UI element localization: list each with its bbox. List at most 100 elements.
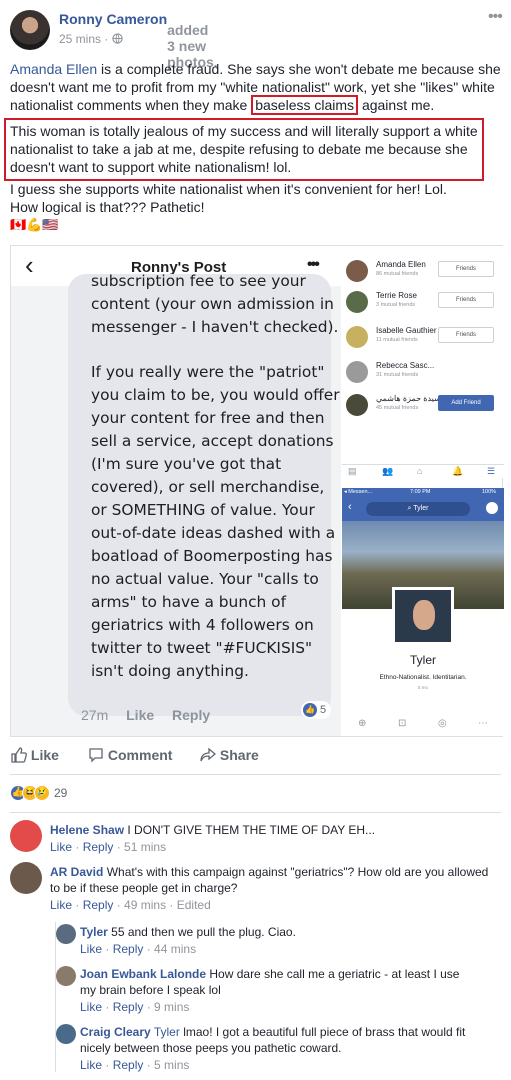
share-icon (200, 747, 217, 762)
post-paragraph-2: This woman is totally jealous of my succ… (10, 123, 478, 175)
avatar[interactable] (10, 820, 42, 852)
screenshot-messenger-post[interactable]: ‹ Ronny's Post ••• subscription fee to s… (11, 246, 341, 736)
comment-text: Tyler 55 and then we pull the plug. Ciao… (80, 925, 296, 939)
avatar (346, 394, 368, 416)
edited-label: Edited (176, 898, 211, 912)
like-button[interactable]: Like (11, 747, 59, 763)
message-icon: ◎ (438, 718, 447, 729)
search-field: ⌕ Tyler (366, 502, 470, 516)
comment-time[interactable]: 49 mins (124, 898, 166, 912)
post-paragraph-4: How logical is that??? Pathetic! (10, 199, 205, 215)
avatar (346, 291, 368, 313)
profile-sub: 5 mo (417, 685, 428, 690)
avatar[interactable] (56, 966, 76, 986)
mention-link[interactable]: Tyler (154, 1025, 180, 1039)
back-arrow-icon: ‹ (348, 501, 352, 513)
news-feed-icon: ▤ (348, 466, 357, 476)
friends-button: Friends (438, 292, 494, 308)
comment-like-link[interactable]: Like (50, 898, 72, 912)
photo-collage[interactable]: ‹ Ronny's Post ••• subscription fee to s… (10, 245, 504, 737)
comment-author[interactable]: Tyler (80, 925, 108, 939)
comment-author[interactable]: Craig Cleary (80, 1025, 151, 1039)
profile-picture (392, 587, 454, 645)
comment-reply-link[interactable]: Reply (83, 840, 114, 854)
post-meta: 25 mins · (59, 32, 123, 46)
comment-author[interactable]: Helene Shaw (50, 823, 124, 837)
add-friend-icon: ⊕ (358, 718, 367, 729)
comment-meta: Like · Reply · 5 mins (80, 1058, 190, 1072)
comment-footer: 27m Like Reply (81, 707, 210, 723)
sad-reaction-icon: 😢 (34, 785, 50, 801)
avatar (346, 361, 368, 383)
back-arrow-icon: ‹ (25, 250, 34, 280)
avatar[interactable] (56, 1024, 76, 1044)
comment-like-link[interactable]: Like (80, 942, 102, 956)
post-paragraph-1: Amanda Ellen is a complete fraud. She sa… (10, 61, 501, 115)
friend-row: سيدة حمزة هاشمي 45 mutual friends Add Fr… (342, 392, 504, 422)
comment-button[interactable]: Comment (88, 747, 172, 763)
comment-meta: Like · Reply · 51 mins (50, 840, 167, 854)
comment-reply-link[interactable]: Reply (113, 1000, 144, 1014)
comment-time[interactable]: 51 mins (124, 840, 166, 854)
comment-reply-link[interactable]: Reply (113, 1058, 144, 1072)
comment-message: subscription fee to see your content (yo… (91, 270, 341, 705)
reply-label: Reply (172, 707, 211, 723)
reaction-count: 29 (54, 786, 68, 800)
comment-text: AR David What's with this campaign again… (50, 865, 489, 895)
comment-meta: Like · Reply · 9 mins (80, 1000, 190, 1014)
avatar[interactable] (10, 862, 42, 894)
message-paragraph-2: If you really were the "patriot" you cla… (91, 363, 340, 680)
divider (10, 812, 501, 813)
author-name[interactable]: Ronny Cameron (59, 11, 167, 27)
friend-requests-icon: 👥 (382, 466, 394, 476)
comment-like-link[interactable]: Like (80, 1058, 102, 1072)
profile-name: Tyler (409, 653, 436, 667)
avatar (346, 260, 368, 282)
friend-row: Amanda Ellen 86 mutual friends Friends (342, 258, 504, 288)
thumbs-up-icon (11, 747, 27, 763)
reply-thread-line (55, 922, 56, 1072)
avatar[interactable] (56, 924, 76, 944)
post-time[interactable]: 25 mins (59, 32, 101, 46)
menu-icon: ☰ (487, 466, 496, 476)
comment-like-link[interactable]: Like (80, 1000, 102, 1014)
marketplace-icon: ⌂ (417, 466, 423, 476)
divider (10, 774, 501, 775)
status-bar: ◂ Messen... 7:09 PM 100% (342, 488, 504, 497)
notifications-icon: 🔔 (452, 466, 464, 476)
comment-text: Helene Shaw I DON'T GIVE THEM THE TIME O… (50, 823, 376, 837)
comment-time[interactable]: 5 mins (154, 1058, 189, 1072)
comment-author[interactable]: AR David (50, 865, 103, 879)
dot-separator: · (104, 32, 112, 46)
post-header: Ronny Cameron added 3 new photos. (59, 11, 218, 70)
comment-reply-link[interactable]: Reply (83, 898, 114, 912)
screenshot-friend-list[interactable]: Amanda Ellen 86 mutual friends Friends T… (342, 246, 504, 478)
fb-tab-bar: ▤ 👥 ⌂ 🔔 ☰ (342, 464, 504, 478)
comment-time: 27m (81, 707, 109, 723)
thumbs-up-icon: 👍 (303, 703, 317, 717)
post-emojis: 🇨🇦💪🇺🇸 (10, 217, 59, 232)
comment-time[interactable]: 9 mins (154, 1000, 189, 1014)
follow-icon: ⊡ (398, 718, 407, 729)
like-label: Like (126, 707, 155, 723)
comment-author[interactable]: Joan Ewbank Lalonde (80, 967, 206, 981)
comment-meta: Like · Reply · 49 mins · Edited (50, 898, 211, 912)
mention-link[interactable]: Amanda Ellen (10, 61, 97, 77)
author-avatar[interactable] (10, 10, 50, 50)
messenger-icon (486, 502, 498, 514)
comment-text: Craig Cleary Tyler lmao! I got a beautif… (80, 1025, 466, 1055)
like-count-badge: 👍 5 (301, 701, 331, 719)
highlighted-phrase: baseless claims (251, 95, 359, 115)
comment-time[interactable]: 44 mins (154, 942, 196, 956)
globe-icon (112, 33, 123, 44)
post-options-button[interactable]: ••• (488, 8, 503, 26)
share-button[interactable]: Share (200, 747, 259, 763)
comment-meta: Like · Reply · 44 mins (80, 942, 197, 956)
comment-like-link[interactable]: Like (50, 840, 72, 854)
comment-reply-link[interactable]: Reply (113, 942, 144, 956)
friend-row: Rebecca Sasc... 31 mutual friends (342, 359, 504, 389)
comment-text: Joan Ewbank Lalonde How dare she call me… (80, 967, 460, 997)
screenshot-tyler-profile[interactable]: ◂ Messen... 7:09 PM 100% ‹ ⌕ Tyler Tyler… (342, 488, 504, 736)
message-paragraph-1: subscription fee to see your content (yo… (91, 272, 339, 336)
profile-bio: Ethno-Nationalist. Identitarian. (379, 674, 467, 681)
